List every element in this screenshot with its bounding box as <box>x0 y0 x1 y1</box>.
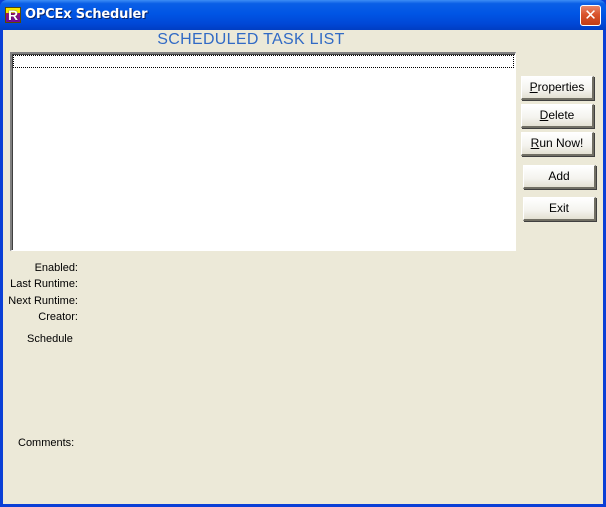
close-button[interactable]: ✕ <box>580 5 601 26</box>
exit-label: Exit <box>548 201 569 215</box>
window-title: OPCEx Scheduler <box>25 7 148 22</box>
scheduled-task-list[interactable] <box>10 52 516 251</box>
last-runtime-label: Last Runtime: <box>10 278 78 290</box>
exit-button[interactable]: Exit <box>523 197 596 221</box>
delete-button[interactable]: Delete <box>521 104 594 128</box>
title-bar[interactable]: R OPCEx Scheduler ✕ <box>0 0 606 30</box>
client-area: SCHEDULED TASK LIST Properties Delete Ru… <box>3 30 603 504</box>
properties-mnemonic: P <box>529 80 538 94</box>
run-now-button[interactable]: Run Now! <box>521 132 594 156</box>
delete-label: elete <box>548 108 575 122</box>
r-logo-icon[interactable]: R <box>5 7 21 23</box>
next-runtime-label: Next Runtime: <box>8 295 78 307</box>
comments-label: Comments: <box>18 437 75 449</box>
schedule-label: Schedule <box>27 333 73 345</box>
page-title: SCHEDULED TASK LIST <box>157 31 345 48</box>
properties-button[interactable]: Properties <box>521 76 594 100</box>
add-button[interactable]: Add <box>523 165 596 189</box>
enabled-label: Enabled: <box>34 262 78 274</box>
close-icon: ✕ <box>584 6 597 24</box>
add-label: Add <box>548 169 570 183</box>
run-now-mnemonic: R <box>530 136 540 150</box>
run-now-label: un Now! <box>539 136 584 150</box>
properties-label: roperties <box>537 80 585 94</box>
scheduler-window: R OPCEx Scheduler ✕ SCHEDULED TASK LIST … <box>0 0 606 507</box>
task-list-focus-row[interactable] <box>13 55 514 68</box>
creator-label: Creator: <box>38 311 78 323</box>
delete-mnemonic: D <box>539 108 549 122</box>
